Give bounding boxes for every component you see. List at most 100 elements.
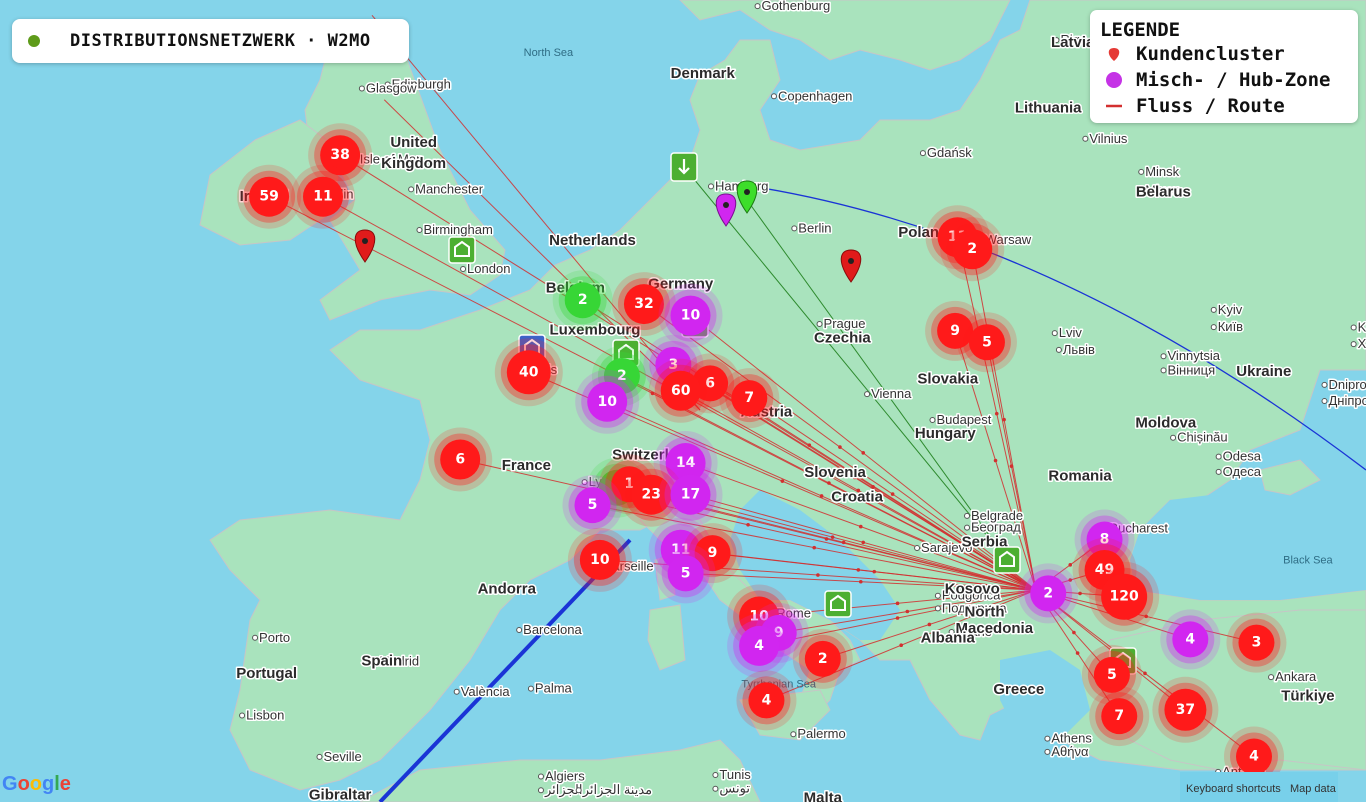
city-dot-icon xyxy=(416,227,423,234)
cluster-marker[interactable]: 2 xyxy=(792,628,853,689)
city-label: Київ xyxy=(1218,319,1243,334)
cluster-marker[interactable]: 10 xyxy=(575,369,640,434)
city-dot-icon xyxy=(964,512,971,519)
cluster-marker[interactable]: 2 xyxy=(940,217,1005,282)
legend-label: Fluss / Route xyxy=(1136,95,1285,117)
cluster-count: 2 xyxy=(818,651,828,667)
country-label: Lithuania xyxy=(1015,100,1082,117)
cluster-count: 5 xyxy=(588,497,598,513)
cluster-marker[interactable]: 37 xyxy=(1152,676,1219,743)
status-dot-icon xyxy=(28,35,40,47)
city-dot-icon xyxy=(864,391,871,398)
sea-label: Black Sea xyxy=(1283,554,1333,566)
city-label: Manchester xyxy=(415,181,484,196)
map-title-box: DISTRIBUTIONSNETZWERK · W2MO xyxy=(12,19,409,63)
cluster-marker[interactable]: 3 xyxy=(1226,612,1287,673)
cluster-marker[interactable]: 2 xyxy=(1018,563,1079,624)
cluster-count: 4 xyxy=(1185,631,1195,647)
cluster-marker[interactable]: 120 xyxy=(1089,561,1160,632)
cluster-count: 5 xyxy=(681,565,691,581)
cluster-marker[interactable]: 5 xyxy=(562,475,623,536)
city-label: Αθήνα xyxy=(1051,744,1089,759)
city-dot-icon xyxy=(791,225,798,232)
cluster-count: 5 xyxy=(1107,667,1117,683)
city-label: València xyxy=(461,684,511,699)
city-dot-icon xyxy=(358,85,365,92)
city-dot-icon xyxy=(816,321,823,328)
city-dot-icon xyxy=(316,753,323,760)
country-label: Türkiye xyxy=(1281,687,1334,704)
country-label: Romania xyxy=(1048,468,1112,485)
legend-item-route: Fluss / Route xyxy=(1104,95,1285,117)
city-label: Barcelona xyxy=(523,622,582,637)
cluster-marker[interactable]: 60 xyxy=(648,358,713,423)
country-label: Netherlands xyxy=(549,232,636,249)
cluster-count: 10 xyxy=(590,552,610,568)
cluster-count: 5 xyxy=(982,334,992,350)
city-label: Lisbon xyxy=(246,707,284,722)
cluster-marker[interactable]: 10 xyxy=(567,527,632,592)
city-dot-icon xyxy=(453,688,460,695)
route-arrow-icon xyxy=(895,601,900,606)
city-dot-icon xyxy=(239,712,246,719)
city-dot-icon xyxy=(964,524,971,531)
sea-label: North Sea xyxy=(524,47,574,59)
country-label: Czechia xyxy=(814,329,871,346)
route-arrow-icon xyxy=(899,643,903,648)
keyboard-shortcuts-link[interactable]: Keyboard shortcuts xyxy=(1186,783,1281,795)
route-arrow-icon xyxy=(905,609,910,614)
cluster-marker[interactable]: 4 xyxy=(736,670,797,731)
map-pin-icon xyxy=(1104,44,1124,64)
city-label: Gdańsk xyxy=(927,145,972,160)
cluster-marker[interactable]: 7 xyxy=(1089,686,1150,747)
cluster-count: 4 xyxy=(762,692,772,708)
cluster-count: 7 xyxy=(744,390,754,406)
city-dot-icon xyxy=(460,266,467,272)
city-dot-icon xyxy=(1044,748,1051,755)
circle-icon xyxy=(1104,70,1124,90)
warehouse-icon[interactable] xyxy=(448,236,476,264)
country-label: France xyxy=(502,457,551,474)
route-arrow-icon xyxy=(812,545,817,550)
city-label: Palermo xyxy=(797,726,845,741)
city-dot-icon xyxy=(1215,468,1222,475)
cluster-marker[interactable]: 5 xyxy=(655,543,716,604)
city-dot-icon xyxy=(1082,135,1089,142)
warehouse-icon[interactable] xyxy=(993,546,1021,574)
city-label: Chișinău xyxy=(1177,430,1228,445)
city-dot-icon xyxy=(1138,168,1145,175)
city-dot-icon xyxy=(1321,398,1328,405)
city-label: Birmingham xyxy=(423,222,492,237)
city-dot-icon xyxy=(708,183,714,190)
cluster-marker[interactable]: 7 xyxy=(719,368,780,429)
country-label: Slovenia xyxy=(804,464,866,481)
city-dot-icon xyxy=(1350,341,1357,348)
country-label: Malta xyxy=(804,789,843,802)
cluster-marker[interactable]: 11 xyxy=(291,164,355,229)
route-arrow-icon xyxy=(827,481,831,485)
cluster-marker[interactable]: 40 xyxy=(494,338,563,407)
cluster-marker[interactable]: 4 xyxy=(727,613,792,678)
route-arrow-icon xyxy=(993,458,998,463)
city-dot-icon xyxy=(1044,735,1051,742)
city-label: Дніпро xyxy=(1328,393,1366,408)
city-dot-icon xyxy=(1160,353,1167,360)
cluster-marker[interactable]: 2 xyxy=(552,270,613,331)
route-arrow-icon xyxy=(1068,563,1073,567)
route-arrow-icon xyxy=(780,479,785,483)
city-dot-icon xyxy=(919,150,926,157)
cluster-marker[interactable]: 5 xyxy=(956,312,1017,373)
route-arrow-icon xyxy=(816,573,820,577)
cluster-marker[interactable]: 4 xyxy=(1160,609,1221,670)
map-data-link[interactable]: Map data xyxy=(1290,783,1336,795)
country-label: North xyxy=(965,604,1005,621)
download-marker-icon[interactable] xyxy=(670,152,698,182)
city-dot-icon xyxy=(1215,453,1222,460)
google-logo[interactable]: Google xyxy=(2,773,71,796)
cluster-marker[interactable]: 6 xyxy=(428,427,493,492)
country-label: Kosovo xyxy=(945,580,1000,597)
cluster-marker[interactable]: 17 xyxy=(658,462,723,527)
city-dot-icon xyxy=(790,731,797,738)
map-attribution[interactable]: Keyboard shortcuts Map data xyxy=(1186,783,1336,795)
warehouse-icon[interactable] xyxy=(824,590,852,618)
